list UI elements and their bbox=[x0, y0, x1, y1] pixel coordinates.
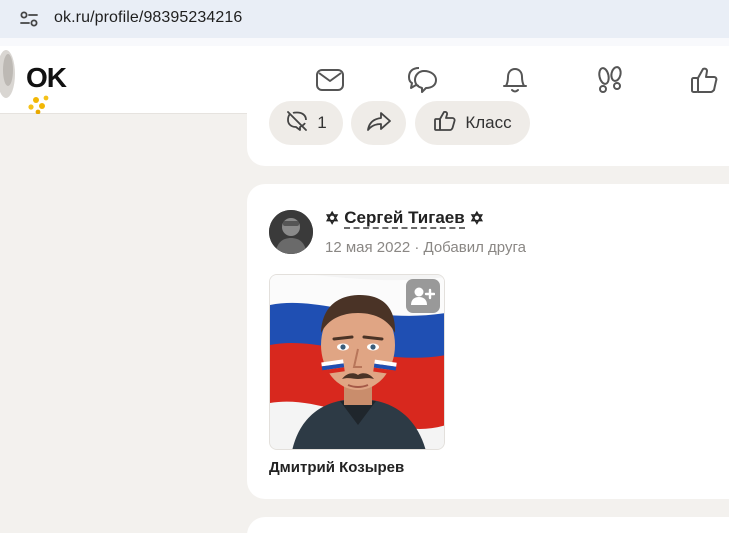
bell-icon[interactable] bbox=[499, 64, 531, 96]
chat-icon[interactable] bbox=[407, 64, 439, 96]
next-post-card bbox=[247, 517, 729, 533]
post-date[interactable]: 12 мая 2022 bbox=[325, 239, 410, 256]
share-button[interactable] bbox=[351, 101, 406, 145]
ok-logo[interactable]: OK bbox=[26, 62, 67, 94]
add-user-icon[interactable] bbox=[406, 279, 440, 313]
comment-off-icon bbox=[285, 109, 309, 138]
comments-button[interactable]: 1 bbox=[269, 101, 343, 145]
url-text[interactable]: ok.ru/profile/98395234216 bbox=[54, 9, 242, 27]
like-label: Класс bbox=[465, 113, 512, 132]
post-author[interactable]: ✡ Сергей Тигаев ✡ bbox=[325, 209, 484, 229]
like-icon[interactable] bbox=[688, 64, 720, 96]
address-bar[interactable]: ok.ru/profile/98395234216 bbox=[0, 0, 729, 38]
star-of-david-icon: ✡ bbox=[325, 209, 340, 228]
meta-separator: · bbox=[414, 239, 420, 256]
comment-count: 1 bbox=[317, 113, 327, 132]
post-action: Добавил друга bbox=[423, 239, 526, 256]
star-of-david-icon: ✡ bbox=[469, 209, 484, 228]
share-icon bbox=[366, 110, 392, 137]
mail-icon[interactable] bbox=[314, 64, 346, 96]
author-avatar[interactable] bbox=[269, 210, 313, 254]
like-button[interactable]: Класс bbox=[415, 101, 530, 145]
friend-name[interactable]: Дмитрий Козырев bbox=[269, 459, 404, 476]
post-meta: 12 мая 2022 · Добавил друга bbox=[325, 239, 526, 256]
thumbs-up-icon bbox=[433, 109, 457, 138]
tune-icon[interactable] bbox=[16, 8, 42, 30]
browser-toolbar: ok.ru/profile/98395234216 bbox=[0, 0, 729, 46]
author-name[interactable]: Сергей Тигаев bbox=[344, 209, 465, 229]
footprints-icon[interactable] bbox=[594, 64, 626, 96]
